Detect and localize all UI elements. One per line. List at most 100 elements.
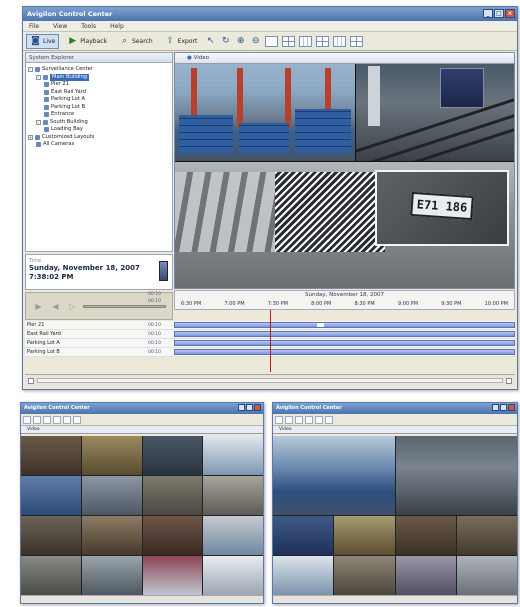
- camera-tile[interactable]: [203, 556, 263, 595]
- close-button[interactable]: ×: [505, 9, 515, 18]
- camera-tile[interactable]: [81, 556, 142, 595]
- camera-tile[interactable]: [395, 556, 456, 595]
- collapse-icon[interactable]: -: [28, 67, 33, 73]
- maximize-button[interactable]: □: [494, 9, 504, 18]
- menu-help[interactable]: Help: [110, 23, 124, 30]
- scroll-left-button[interactable]: [28, 377, 34, 384]
- playback-button[interactable]: [33, 415, 41, 424]
- camera-tile[interactable]: [21, 436, 81, 475]
- camera-tile[interactable]: [203, 516, 263, 555]
- layout-button[interactable]: [315, 415, 323, 424]
- camera-tile[interactable]: [334, 556, 395, 595]
- camera-tile[interactable]: [456, 516, 517, 555]
- layout-2x2-button[interactable]: [282, 35, 296, 47]
- step-icon[interactable]: ▷: [66, 300, 79, 313]
- export-button[interactable]: ⇪ Export: [161, 34, 202, 49]
- tree-item[interactable]: Parking Lot B: [28, 104, 170, 112]
- layout-custom-button[interactable]: [350, 35, 364, 47]
- camera-tile[interactable]: [142, 476, 203, 515]
- live-button[interactable]: [23, 415, 31, 424]
- layout-4x4-button[interactable]: [333, 35, 347, 47]
- tree-item[interactable]: Loading Bay: [28, 126, 170, 134]
- tree-item[interactable]: - Surveillance Center: [28, 66, 170, 74]
- camera-tile-large[interactable]: [395, 436, 517, 515]
- calendar-icon[interactable]: [159, 261, 168, 281]
- layout-button[interactable]: [325, 415, 333, 424]
- tree-item[interactable]: East Rail Yard: [28, 89, 170, 97]
- tree-item[interactable]: Pier 21: [28, 81, 170, 89]
- camera-tile[interactable]: [334, 516, 395, 555]
- recording-bar[interactable]: [174, 331, 515, 337]
- close-button[interactable]: [254, 404, 261, 411]
- tree-item[interactable]: Parking Lot A: [28, 96, 170, 104]
- pointer-icon[interactable]: ↖: [205, 36, 216, 47]
- camera-tile[interactable]: [142, 436, 203, 475]
- export-button[interactable]: [53, 415, 61, 424]
- camera-tile[interactable]: [21, 476, 81, 515]
- search-button[interactable]: ⌕ Search: [115, 34, 157, 49]
- camera-tile[interactable]: [21, 556, 81, 595]
- camera-tile[interactable]: [273, 516, 334, 555]
- tab-video[interactable]: ● Video: [175, 53, 514, 64]
- maximize-button[interactable]: [500, 404, 507, 411]
- layout-button[interactable]: [63, 415, 71, 424]
- expand-icon[interactable]: +: [28, 134, 33, 140]
- close-button[interactable]: [508, 404, 515, 411]
- camera-view-rail-yard[interactable]: [356, 64, 514, 161]
- camera-tile[interactable]: [142, 516, 203, 555]
- tree-item[interactable]: + Customized Layouts: [28, 134, 170, 142]
- camera-tile[interactable]: [203, 476, 263, 515]
- rotate-icon[interactable]: ↻: [220, 36, 231, 47]
- camera-tile[interactable]: [273, 556, 334, 595]
- tree-item[interactable]: All Cameras: [28, 141, 170, 149]
- recording-bar[interactable]: [174, 322, 515, 328]
- export-button[interactable]: [305, 415, 313, 424]
- timeline-scrollbar[interactable]: [37, 378, 503, 383]
- menu-file[interactable]: File: [29, 23, 39, 30]
- digital-zoom-box[interactable]: E71 186: [375, 170, 509, 246]
- play-icon[interactable]: ▶: [32, 300, 45, 313]
- camera-view-pier[interactable]: [175, 64, 355, 161]
- rewind-icon[interactable]: ◀: [49, 300, 62, 313]
- tree-item[interactable]: - South Building: [28, 119, 170, 127]
- minimize-button[interactable]: [238, 404, 245, 411]
- minimize-button[interactable]: [492, 404, 499, 411]
- recording-bar[interactable]: [174, 340, 515, 346]
- tree-item[interactable]: - Main Building: [28, 73, 170, 81]
- camera-tile[interactable]: [81, 516, 142, 555]
- camera-tile-large[interactable]: [273, 436, 395, 515]
- minimize-button[interactable]: _: [483, 9, 493, 18]
- playback-button[interactable]: [285, 415, 293, 424]
- tab-video[interactable]: Video: [21, 426, 263, 434]
- camera-tile[interactable]: [81, 476, 142, 515]
- zoom-in-icon[interactable]: ⊕: [235, 36, 246, 47]
- search-button[interactable]: [295, 415, 303, 424]
- layout-1x1-button[interactable]: [265, 35, 279, 47]
- zoom-out-icon[interactable]: ⊖: [250, 36, 261, 47]
- camera-tile[interactable]: [395, 516, 456, 555]
- speed-slider[interactable]: [83, 304, 166, 308]
- collapse-icon[interactable]: -: [36, 74, 41, 80]
- layout-button[interactable]: [73, 415, 81, 424]
- camera-tile[interactable]: [21, 516, 81, 555]
- camera-tile[interactable]: [142, 556, 203, 595]
- camera-view-parking-lot[interactable]: E71 186: [175, 162, 514, 288]
- maximize-button[interactable]: [246, 404, 253, 411]
- menu-view[interactable]: View: [53, 23, 67, 30]
- camera-tile[interactable]: [203, 436, 263, 475]
- camera-tile[interactable]: [456, 556, 517, 595]
- camera-tile[interactable]: [81, 436, 142, 475]
- recording-bar[interactable]: [174, 349, 515, 355]
- timeline-cursor[interactable]: [270, 310, 271, 372]
- tree-item[interactable]: Entrance: [28, 111, 170, 119]
- layout-3x3-button[interactable]: [299, 35, 313, 47]
- search-button[interactable]: [43, 415, 51, 424]
- layout-1plus-button[interactable]: [316, 35, 330, 47]
- scroll-right-button[interactable]: [506, 377, 512, 384]
- menu-tools[interactable]: Tools: [81, 23, 96, 30]
- live-button[interactable]: ◙ Live: [26, 33, 60, 49]
- live-button[interactable]: [275, 415, 283, 424]
- tab-video[interactable]: Video: [273, 426, 517, 434]
- collapse-icon[interactable]: -: [36, 119, 41, 125]
- playback-button[interactable]: ▶ Playback: [63, 34, 111, 49]
